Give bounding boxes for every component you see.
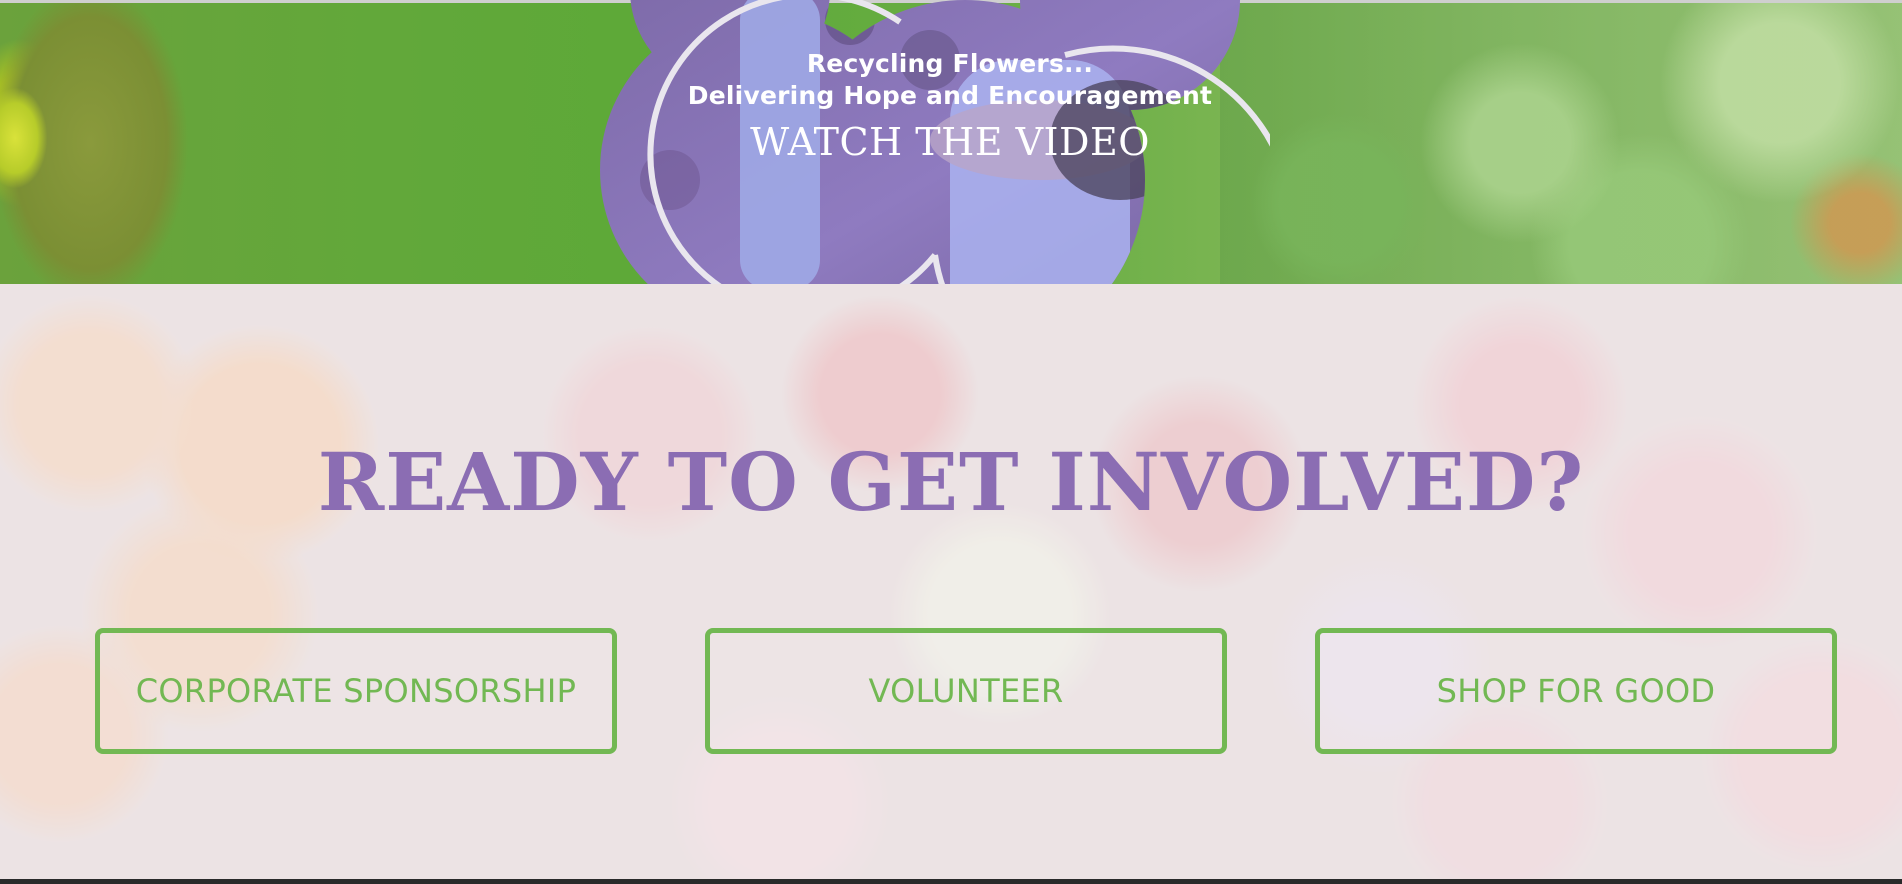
- video-caption: Recycling Flowers... Delivering Hope and…: [640, 48, 1260, 166]
- shop-for-good-button[interactable]: SHOP FOR GOOD: [1315, 628, 1837, 754]
- volunteer-label: VOLUNTEER: [868, 672, 1064, 710]
- sunflower-image: [0, 63, 60, 213]
- bottom-border: [0, 879, 1902, 884]
- video-tagline-line1: Recycling Flowers...: [806, 49, 1094, 78]
- corporate-sponsorship-button[interactable]: CORPORATE SPONSORSHIP: [95, 628, 617, 754]
- get-involved-heading: READY TO GET INVOLVED?: [317, 435, 1585, 529]
- volunteer-button[interactable]: VOLUNTEER: [705, 628, 1227, 754]
- roses-overlay: [0, 284, 1902, 879]
- watch-video-link[interactable]: WATCH THE VIDEO: [750, 118, 1150, 166]
- roses-background: [0, 284, 1902, 879]
- corporate-sponsorship-label: CORPORATE SPONSORSHIP: [135, 672, 577, 710]
- video-tagline-line2: Delivering Hope and Encouragement: [687, 81, 1213, 110]
- foliage-image: [1220, 3, 1902, 284]
- shop-for-good-label: SHOP FOR GOOD: [1436, 672, 1716, 710]
